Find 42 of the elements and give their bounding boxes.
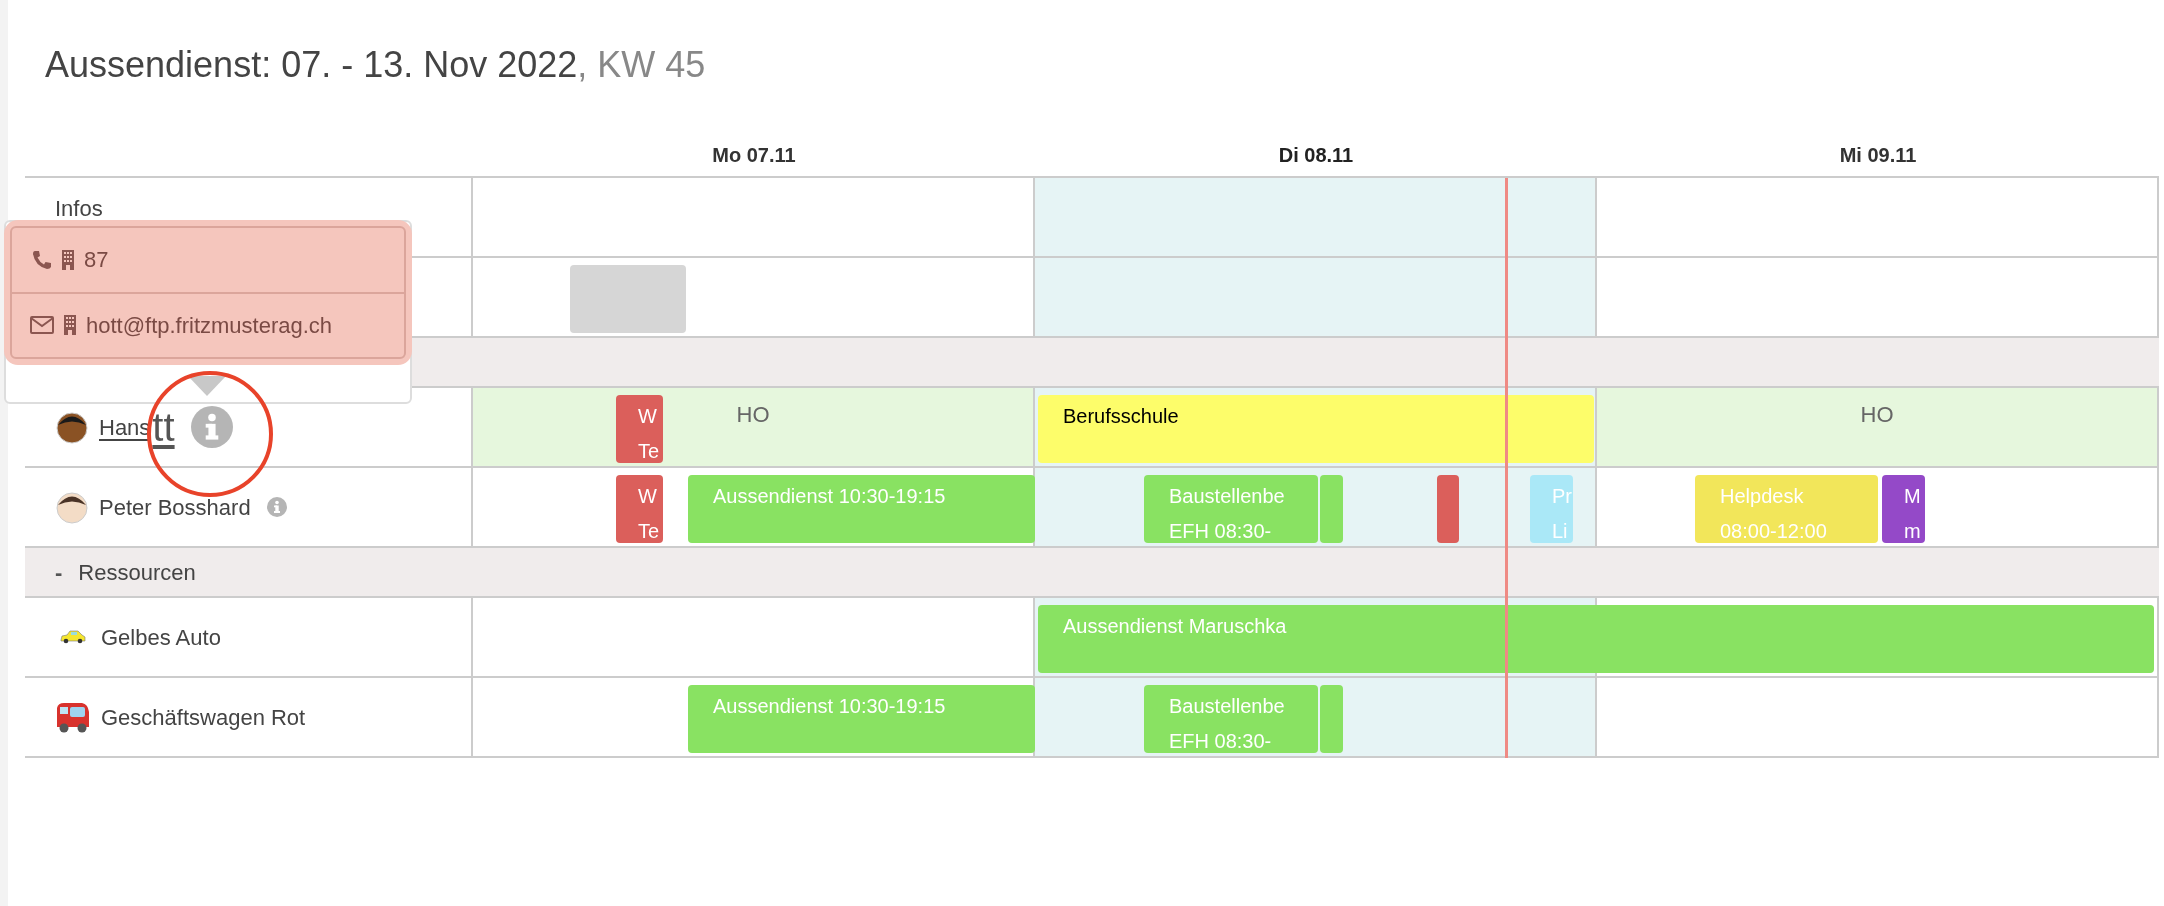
avatar-icon (55, 490, 89, 524)
info-icon[interactable] (266, 497, 287, 517)
collapse-toggle[interactable]: - (55, 555, 63, 589)
info-icon[interactable] (190, 406, 233, 448)
van-icon (55, 700, 91, 734)
event-block[interactable]: Pr Li (1530, 475, 1573, 543)
resource-name: Gelbes Auto (101, 623, 221, 652)
page-title: Aussendienst: 07. - 13. Nov 2022 (45, 43, 578, 87)
event-block[interactable] (1320, 475, 1343, 543)
day-header: Di 08.11 (1278, 143, 1354, 168)
event-block[interactable] (1437, 475, 1459, 543)
event-block[interactable]: Baustellenbe EFH 08:30- (1144, 685, 1318, 753)
mail-icon (30, 316, 54, 335)
event-block[interactable]: Aussendienst 10:30-19:15 (688, 475, 1035, 543)
event-block[interactable]: M m (1882, 475, 1925, 543)
magnified-text: tt (152, 407, 175, 447)
event-block[interactable] (1320, 685, 1343, 753)
email-address: hott@ftp.fritzmusterag.ch (86, 311, 333, 340)
person-name: Peter Bosshard (99, 493, 251, 522)
avatar-icon (55, 410, 89, 444)
day-header: Mi 09.11 (1839, 143, 1917, 168)
event-block[interactable]: W Te (616, 475, 663, 543)
resource-name: Geschäftswagen Rot (101, 703, 306, 732)
event-block[interactable]: Baustellenbe EFH 08:30- (1144, 475, 1318, 543)
event-block[interactable]: Aussendienst 10:30-19:15 (688, 685, 1035, 753)
event-block[interactable]: W Te (616, 395, 663, 463)
day-header: Mo 07.11 (712, 143, 796, 168)
event-block[interactable]: Aussendienst Maruschka (1038, 605, 2154, 673)
event-block[interactable]: Helpdesk 08:00-12:00 (1695, 475, 1878, 543)
row-label: Infos (55, 195, 103, 223)
group-label: Ressourcen (78, 558, 196, 587)
car-icon (60, 630, 86, 644)
week-number: , KW 45 (577, 43, 706, 87)
popover-arrow (188, 376, 226, 396)
person-link[interactable]: Hans (99, 410, 151, 444)
event-block[interactable] (570, 265, 686, 333)
building-icon (64, 315, 76, 336)
phone-number: 87 (84, 246, 109, 275)
event-block[interactable]: Berufsschule (1038, 395, 1594, 463)
building-icon (62, 249, 74, 270)
home-office-cell: HO (1597, 388, 2159, 466)
phone-icon (32, 249, 52, 270)
